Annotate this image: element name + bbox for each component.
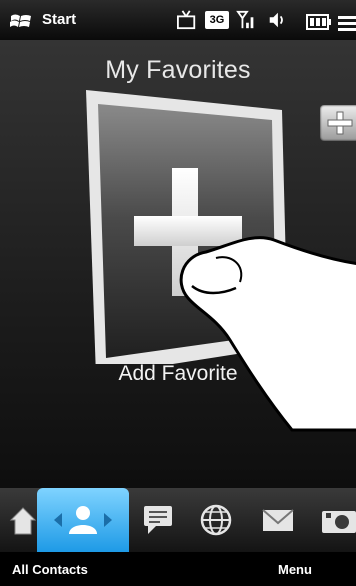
messaging-icon[interactable]	[138, 500, 178, 540]
volume-icon	[269, 12, 283, 28]
start-label[interactable]: Start	[42, 11, 76, 28]
battery-icon	[306, 14, 331, 30]
all-contacts-icon[interactable]	[50, 500, 116, 540]
add-button[interactable]	[320, 105, 356, 141]
softkey-menu[interactable]: Menu	[278, 562, 312, 577]
signal-icon	[236, 10, 254, 29]
photos-icon[interactable]	[318, 500, 356, 540]
plus-icon	[327, 111, 353, 135]
app-dock	[0, 488, 356, 552]
page-title: My Favorites	[105, 56, 251, 84]
start-logo-icon[interactable]	[10, 13, 32, 29]
status-bar: Start 3G	[0, 0, 356, 40]
home-icon[interactable]	[2, 500, 42, 540]
tv-icon	[177, 10, 196, 30]
favorites-panel: My Favorites Add Favorite	[0, 40, 356, 488]
3g-icon: 3G	[205, 11, 229, 29]
menu-lines-icon[interactable]	[338, 13, 356, 33]
finger-hand-icon	[179, 236, 356, 432]
softkey-all-contacts[interactable]: All Contacts	[12, 562, 88, 577]
email-icon[interactable]	[258, 500, 298, 540]
internet-icon[interactable]	[196, 500, 236, 540]
add-favorite-label[interactable]: Add Favorite	[0, 362, 356, 386]
softkey-bar: All Contacts Menu	[0, 552, 356, 586]
